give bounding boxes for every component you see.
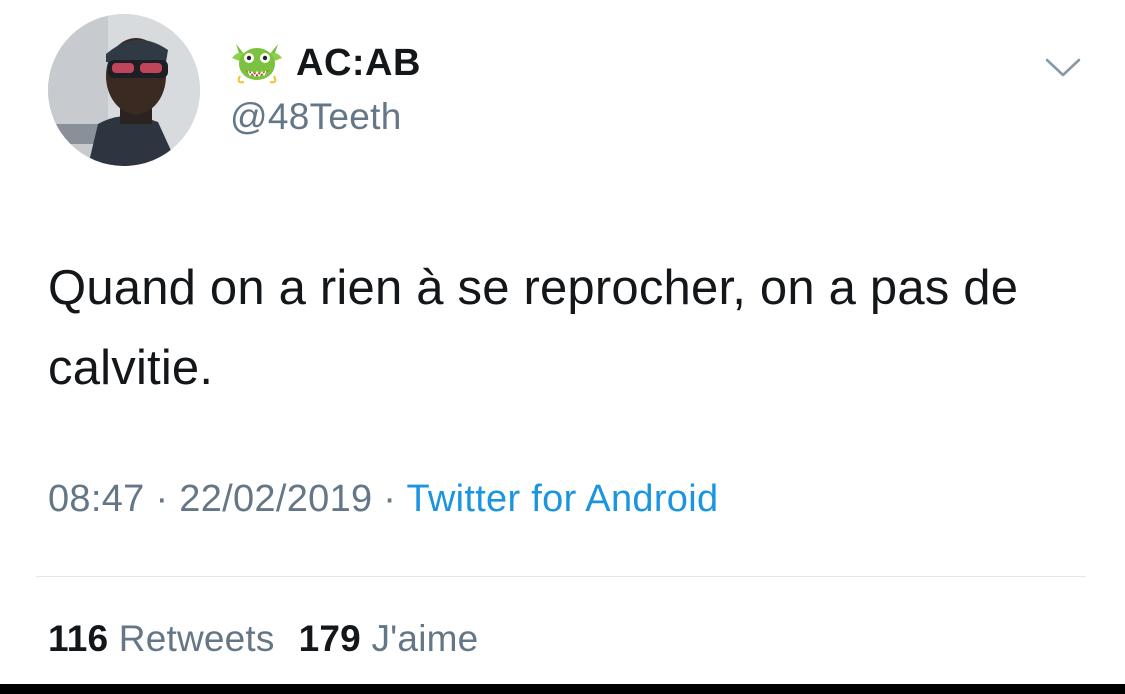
meta-separator: · <box>372 478 407 520</box>
meta-separator: · <box>144 478 180 520</box>
dragon-face-icon <box>232 44 282 84</box>
retweets-count: 116 <box>48 618 109 659</box>
tweet-date[interactable]: 22/02/2019 <box>179 478 372 520</box>
tweet-metadata: 08:47 · 22/02/2019 · Twitter for Android <box>48 478 718 521</box>
likes-label: J'aime <box>371 618 479 659</box>
chevron-down-icon[interactable] <box>1044 56 1082 80</box>
retweets-stat[interactable]: 116 Retweets <box>48 618 275 659</box>
screen-bottom-edge <box>0 684 1125 694</box>
tweet-source-link[interactable]: Twitter for Android <box>406 478 718 520</box>
user-name-row: AC:AB <box>230 38 421 88</box>
display-name[interactable]: AC:AB <box>296 42 421 85</box>
user-handle[interactable]: @48Teeth <box>230 96 402 138</box>
tweet-text: Quand on a rien à se reprocher, on a pas… <box>48 261 1019 395</box>
likes-count: 179 <box>298 618 361 659</box>
likes-stat[interactable]: 179 J'aime <box>299 618 479 659</box>
avatar-photo <box>48 14 200 166</box>
avatar[interactable] <box>48 14 200 166</box>
retweets-label: Retweets <box>118 618 275 659</box>
tweet-time[interactable]: 08:47 <box>48 478 145 520</box>
tweet-card: AC:AB @48Teeth Quand on a rien à se repr… <box>0 0 1125 694</box>
tweet-stats: 116 Retweets 179 J'aime <box>48 618 478 660</box>
divider <box>36 576 1086 577</box>
